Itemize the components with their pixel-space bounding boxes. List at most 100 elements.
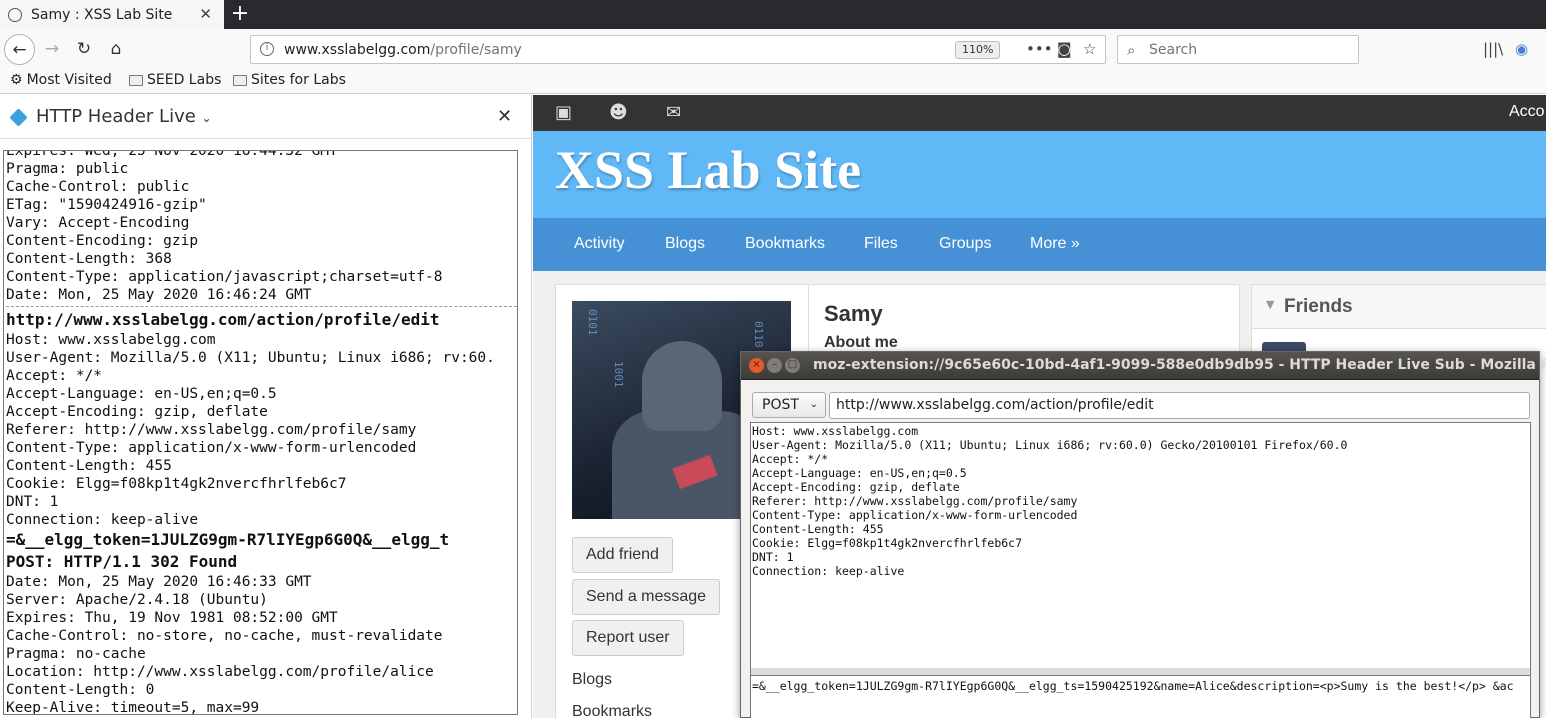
forward-button[interactable]: → — [38, 35, 66, 63]
extension-icon — [9, 108, 28, 127]
log-line: DNT: 1 — [752, 550, 794, 564]
friends-title: Friends — [1284, 296, 1353, 317]
log-line: Content-Length: 455 — [6, 458, 172, 474]
log-line: Host: www.xsslabelgg.com — [6, 332, 216, 348]
menu-item-files[interactable]: Files — [864, 235, 898, 253]
request-headers-textarea[interactable]: Host: www.xsslabelgg.com User-Agent: Mozi… — [750, 422, 1531, 677]
chevron-down-icon: ⌄ — [809, 399, 818, 410]
log-line: Referer: http://www.xsslabelgg.com/profi… — [752, 494, 1078, 508]
info-icon[interactable]: i — [260, 42, 274, 56]
window-titlebar[interactable]: × – □ moz-extension://9c65e60c-10bd-4af1… — [741, 352, 1546, 380]
log-line: Date: Mon, 25 May 2020 16:46:24 GMT — [6, 287, 312, 303]
friends-header[interactable]: ▼ Friends — [1252, 285, 1546, 329]
site-name[interactable]: XSS Lab Site — [555, 139, 861, 201]
window-maximize-icon[interactable]: □ — [785, 358, 800, 373]
sidebar-header: HTTP Header Live ⌄ ✕ — [0, 95, 531, 139]
log-line: ETag: "1590424916-gzip" — [6, 197, 207, 213]
reload-button[interactable]: ↻ — [70, 35, 98, 63]
method-select[interactable]: POST ⌄ — [752, 392, 826, 418]
friends-icon[interactable]: ☻ — [609, 102, 628, 123]
library-icon[interactable]: |||\ — [1483, 40, 1503, 58]
profile-link-bookmarks[interactable]: Bookmarks — [572, 703, 652, 718]
photo-digits: 0101 — [586, 309, 599, 336]
log-line: Expires: Thu, 19 Nov 1981 08:52:00 GMT — [6, 610, 338, 626]
log-line: Content-Type: application/javascript;cha… — [6, 269, 443, 285]
send-message-button[interactable]: Send a message — [572, 579, 721, 615]
log-line: Cache-Control: public — [6, 179, 190, 195]
report-user-button[interactable]: Report user — [572, 620, 684, 656]
menu-item-blogs[interactable]: Blogs — [665, 235, 705, 253]
log-line: Content-Length: 455 — [752, 522, 884, 536]
log-separator — [6, 306, 517, 307]
account-link[interactable]: Acco — [1509, 103, 1545, 121]
request-body-textarea[interactable]: =&__elgg_token=1JULZG9gm-R7lIYEgp6G0Q&__… — [750, 675, 1531, 718]
back-button[interactable]: ← — [4, 34, 35, 65]
log-line: Keep-Alive: timeout=5, max=99 — [6, 700, 260, 715]
menu-item-more[interactable]: More » — [1030, 235, 1080, 253]
mail-icon[interactable]: ✉ — [666, 102, 681, 123]
log-block-response2: Date: Mon, 25 May 2020 16:46:33 GMT Serve… — [6, 573, 517, 715]
log-line: User-Agent: Mozilla/5.0 (X11; Ubuntu; Li… — [6, 350, 495, 366]
url-path: /profile/samy — [430, 42, 522, 58]
bookmark-star-icon[interactable]: ☆ — [1083, 40, 1096, 58]
header-log[interactable]: Expires: Wed, 25 Nov 2020 16:44:32 GMT P… — [3, 150, 518, 715]
bookmark-most-visited[interactable]: ⚙ Most Visited — [10, 72, 112, 88]
log-line: Pragma: public — [6, 161, 129, 177]
log-line: Accept-Encoding: gzip, deflate — [6, 404, 268, 420]
search-input[interactable]: ⌕ Search — [1117, 35, 1359, 64]
log-line: Cache-Control: no-store, no-cache, must-… — [6, 628, 443, 644]
zoom-level[interactable]: 110% — [955, 41, 1001, 59]
pocket-icon[interactable]: ◙ — [1057, 40, 1072, 58]
home-button[interactable]: ⌂ — [102, 35, 130, 63]
folder-icon — [129, 74, 143, 86]
sidebar-close-icon[interactable]: ✕ — [497, 106, 512, 127]
log-line: Accept-Encoding: gzip, deflate — [752, 480, 960, 494]
sync-icon[interactable]: ◉ — [1515, 40, 1528, 58]
window-minimize-icon[interactable]: – — [767, 358, 782, 373]
log-line: Cookie: Elgg=f08kp1t4gk2nvercfhrlfeb6c7 — [752, 536, 1023, 550]
window-title: moz-extension://9c65e60c-10bd-4af1-9099-… — [813, 357, 1546, 373]
menu-item-activity[interactable]: Activity — [574, 235, 625, 253]
tab-strip: Samy : XSS Lab Site ✕ + — [0, 0, 1546, 29]
sidebar-title[interactable]: HTTP Header Live ⌄ — [36, 106, 212, 127]
log-line: Date: Mon, 25 May 2020 16:46:33 GMT — [6, 574, 312, 590]
log-line: Pragma: no-cache — [6, 646, 146, 662]
photo-figure-hood — [642, 341, 722, 431]
folder-icon — [233, 74, 247, 86]
request-url-input[interactable]: http://www.xsslabelgg.com/action/profile… — [829, 392, 1530, 419]
photo-digits: 1001 — [612, 361, 625, 388]
log-line: Host: www.xsslabelgg.com — [752, 424, 919, 438]
method-value: POST — [762, 397, 799, 413]
bookmarks-toolbar: ⚙ Most Visited SEED Labs Sites for Labs — [0, 70, 1546, 94]
more-actions-icon[interactable]: ••• — [1026, 40, 1053, 58]
tab-active[interactable]: Samy : XSS Lab Site ✕ — [0, 0, 224, 29]
tab-close-icon[interactable]: ✕ — [199, 5, 212, 23]
collapse-triangle-icon[interactable]: ▼ — [1266, 298, 1274, 311]
url-text[interactable]: www.xsslabelgg.com/profile/samy — [284, 42, 522, 58]
profile-link-blogs[interactable]: Blogs — [572, 671, 612, 689]
bookmark-seed-labs[interactable]: SEED Labs — [129, 72, 221, 88]
bookmark-sites-for-labs[interactable]: Sites for Labs — [233, 72, 346, 88]
bookmark-label: SEED Labs — [147, 72, 222, 88]
menu-item-bookmarks[interactable]: Bookmarks — [745, 235, 825, 253]
log-block-response: Pragma: public Cache-Control: public ETag:… — [6, 160, 517, 304]
log-request-url[interactable]: http://www.xsslabelgg.com/action/profile… — [6, 309, 517, 331]
elgg-topbar: ▣ ☻ ✉ Acco — [533, 95, 1546, 131]
site-logo-icon[interactable]: ▣ — [555, 102, 572, 123]
photo-digits: 0110 — [752, 321, 765, 348]
menu-item-groups[interactable]: Groups — [939, 235, 991, 253]
log-line: Accept-Language: en-US,en;q=0.5 — [6, 386, 277, 402]
profile-name: Samy — [824, 301, 883, 326]
log-line: Cookie: Elgg=f08kp1t4gk2nvercfhrlfeb6c7 — [6, 476, 347, 492]
log-response-status: POST: HTTP/1.1 302 Found — [6, 552, 238, 571]
log-line: Accept: */* — [6, 368, 103, 384]
http-header-live-sidebar: HTTP Header Live ⌄ ✕ Expires: Wed, 25 No… — [0, 95, 532, 718]
log-block-request: Host: www.xsslabelgg.com User-Agent: Mozi… — [6, 331, 517, 529]
url-bar[interactable]: i www.xsslabelgg.com/profile/samy 110% •… — [250, 35, 1106, 64]
new-tab-button[interactable]: + — [230, 1, 250, 26]
site-menu: Activity Blogs Bookmarks Files Groups Mo… — [533, 218, 1546, 271]
window-close-icon[interactable]: × — [749, 358, 764, 373]
log-line: Content-Length: 368 — [6, 251, 172, 267]
log-line: Connection: keep-alive — [6, 512, 199, 528]
add-friend-button[interactable]: Add friend — [572, 537, 673, 573]
